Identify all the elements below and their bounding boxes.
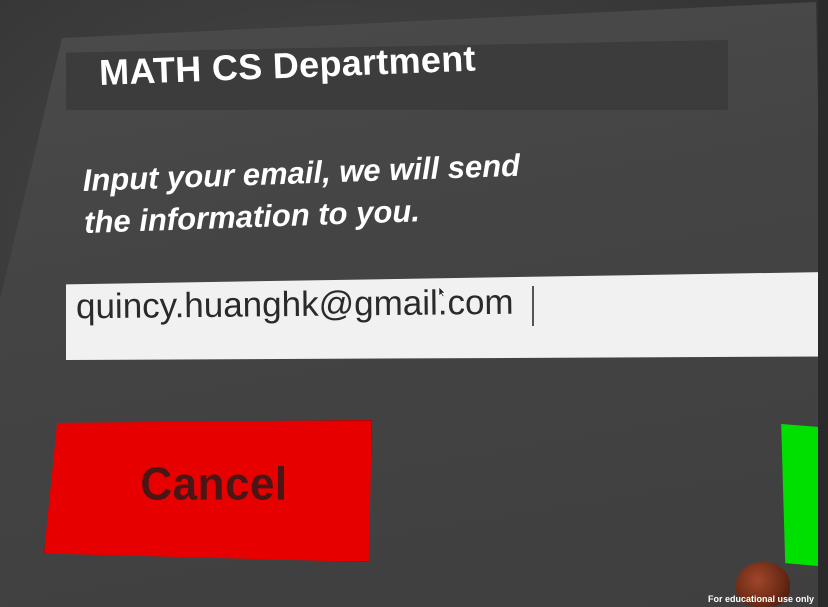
text-caret xyxy=(532,286,534,326)
screen-edge xyxy=(818,0,828,607)
mouse-cursor-icon xyxy=(438,286,446,298)
cancel-button-label: Cancel xyxy=(140,458,288,511)
watermark-text: For educational use only xyxy=(707,594,814,604)
cancel-button[interactable]: Cancel xyxy=(44,420,372,562)
email-value[interactable]: quincy.huanghk@gmail.com xyxy=(76,283,514,328)
